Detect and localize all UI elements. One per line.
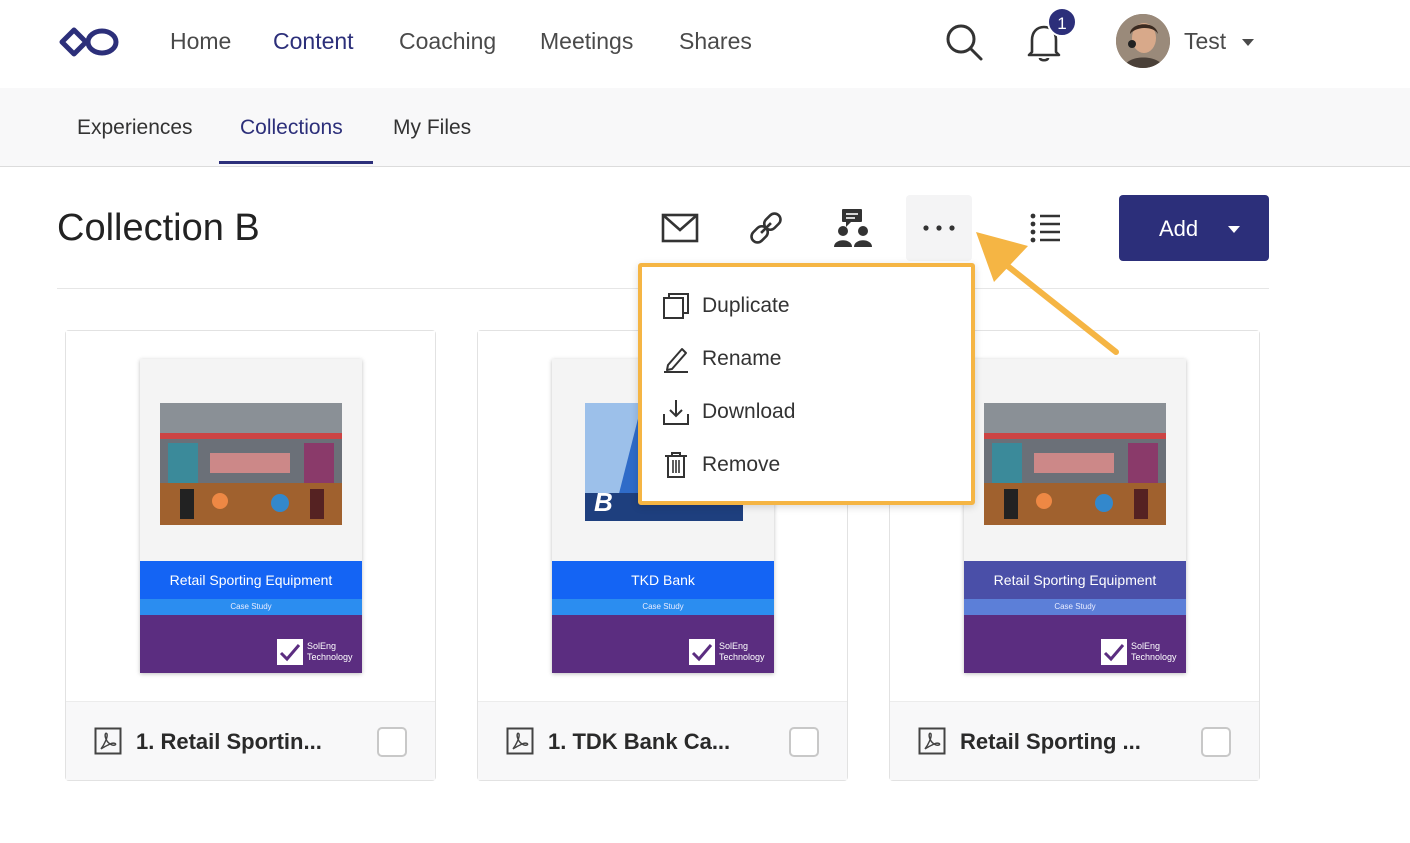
- brand-check-icon: [277, 639, 303, 665]
- nav-home[interactable]: Home: [170, 28, 231, 55]
- tab-experiences[interactable]: Experiences: [77, 116, 193, 140]
- caret-down-icon[interactable]: [1242, 39, 1254, 46]
- document-thumbnail: Retail Sporting Equipment Case Study Sol…: [964, 359, 1186, 673]
- nav-coaching[interactable]: Coaching: [399, 28, 496, 55]
- menu-item-download[interactable]: Download: [642, 387, 971, 437]
- thumbnail-footer: SolEng Technology: [140, 615, 362, 673]
- brand-line-2: Technology: [719, 652, 765, 662]
- thumbnail-subtitle: Case Study: [140, 599, 362, 615]
- card-footer: 1. TDK Bank Ca...: [478, 701, 847, 780]
- file-name[interactable]: 1. TDK Bank Ca...: [548, 729, 730, 755]
- duplicate-icon: [663, 293, 689, 319]
- brand-line-2: Technology: [1131, 652, 1177, 662]
- brand-line-1: SolEng: [719, 641, 749, 651]
- thumbnail-footer: SolEng Technology: [552, 615, 774, 673]
- trash-icon: [665, 452, 687, 478]
- user-name[interactable]: Test: [1184, 28, 1226, 55]
- logo-infinity-icon[interactable]: [58, 24, 122, 60]
- card-footer: 1. Retail Sportin...: [66, 701, 435, 780]
- caret-down-icon: [1228, 226, 1240, 233]
- menu-item-label: Duplicate: [702, 294, 790, 317]
- thumbnail-photo: [160, 403, 342, 525]
- brand-check-icon: [1101, 639, 1127, 665]
- pdf-file-icon: [506, 727, 534, 755]
- nav-meetings[interactable]: Meetings: [540, 28, 633, 55]
- card-footer: Retail Sporting ...: [890, 701, 1259, 780]
- menu-item-duplicate[interactable]: Duplicate: [642, 281, 971, 331]
- tab-my-files[interactable]: My Files: [393, 116, 471, 140]
- avatar[interactable]: [1116, 14, 1170, 68]
- tab-collections[interactable]: Collections: [240, 116, 343, 140]
- card-preview[interactable]: Retail Sporting Equipment Case Study Sol…: [66, 331, 435, 701]
- more-icon: [923, 225, 955, 231]
- sub-navigation: Experiences Collections My Files: [0, 88, 1410, 167]
- svg-text:B: B: [594, 487, 613, 517]
- more-options-button[interactable]: [906, 195, 972, 261]
- brand-text: SolEng Technology: [719, 641, 765, 663]
- email-icon: [661, 213, 699, 243]
- nav-shares[interactable]: Shares: [679, 28, 752, 55]
- pencil-icon: [664, 348, 688, 373]
- thumbnail-footer: SolEng Technology: [964, 615, 1186, 673]
- presenter-icon: [834, 209, 872, 247]
- brand-text: SolEng Technology: [1131, 641, 1177, 663]
- link-icon: [750, 212, 782, 244]
- thumbnail-title: Retail Sporting Equipment: [964, 561, 1186, 599]
- select-checkbox[interactable]: [1201, 727, 1231, 757]
- add-button-label: Add: [1159, 216, 1199, 241]
- thumbnail-subtitle: Case Study: [552, 599, 774, 615]
- pdf-file-icon: [918, 727, 946, 755]
- menu-item-label: Rename: [702, 347, 782, 370]
- brand-logo: SolEng Technology: [1101, 639, 1181, 665]
- brand-logo: SolEng Technology: [277, 639, 357, 665]
- brand-line-1: SolEng: [307, 641, 337, 651]
- menu-item-remove[interactable]: Remove: [642, 440, 971, 490]
- select-checkbox[interactable]: [377, 727, 407, 757]
- document-thumbnail: Retail Sporting Equipment Case Study Sol…: [140, 359, 362, 673]
- pdf-file-icon: [94, 727, 122, 755]
- present-button[interactable]: [829, 204, 877, 252]
- top-navigation: Home Content Coaching Meetings Shares 1 …: [0, 0, 1410, 88]
- brand-check-icon: [689, 639, 715, 665]
- search-icon[interactable]: [944, 22, 984, 62]
- link-button[interactable]: [742, 204, 790, 252]
- brand-logo: SolEng Technology: [689, 639, 769, 665]
- nav-content[interactable]: Content: [273, 28, 354, 55]
- file-name[interactable]: Retail Sporting ...: [960, 729, 1141, 755]
- thumbnail-title: Retail Sporting Equipment: [140, 561, 362, 599]
- email-button[interactable]: [656, 204, 704, 252]
- thumbnail-subtitle: Case Study: [964, 599, 1186, 615]
- thumbnail-photo: [984, 403, 1166, 525]
- page-title: Collection B: [57, 207, 260, 249]
- add-button[interactable]: Add: [1119, 195, 1269, 261]
- active-tab-indicator: [219, 161, 373, 164]
- menu-item-label: Download: [702, 400, 796, 423]
- file-card[interactable]: Retail Sporting Equipment Case Study Sol…: [65, 330, 436, 781]
- select-checkbox[interactable]: [789, 727, 819, 757]
- notification-badge: 1: [1047, 7, 1077, 37]
- callout-arrow-icon: [976, 232, 1119, 355]
- brand-text: SolEng Technology: [307, 641, 353, 663]
- brand-line-2: Technology: [307, 652, 353, 662]
- file-name[interactable]: 1. Retail Sportin...: [136, 729, 322, 755]
- more-options-menu: Duplicate Rename Download Remove: [638, 263, 975, 505]
- menu-item-rename[interactable]: Rename: [642, 334, 971, 384]
- thumbnail-title: TKD Bank: [552, 561, 774, 599]
- menu-item-label: Remove: [702, 453, 781, 476]
- brand-line-1: SolEng: [1131, 641, 1161, 651]
- download-icon: [663, 400, 689, 425]
